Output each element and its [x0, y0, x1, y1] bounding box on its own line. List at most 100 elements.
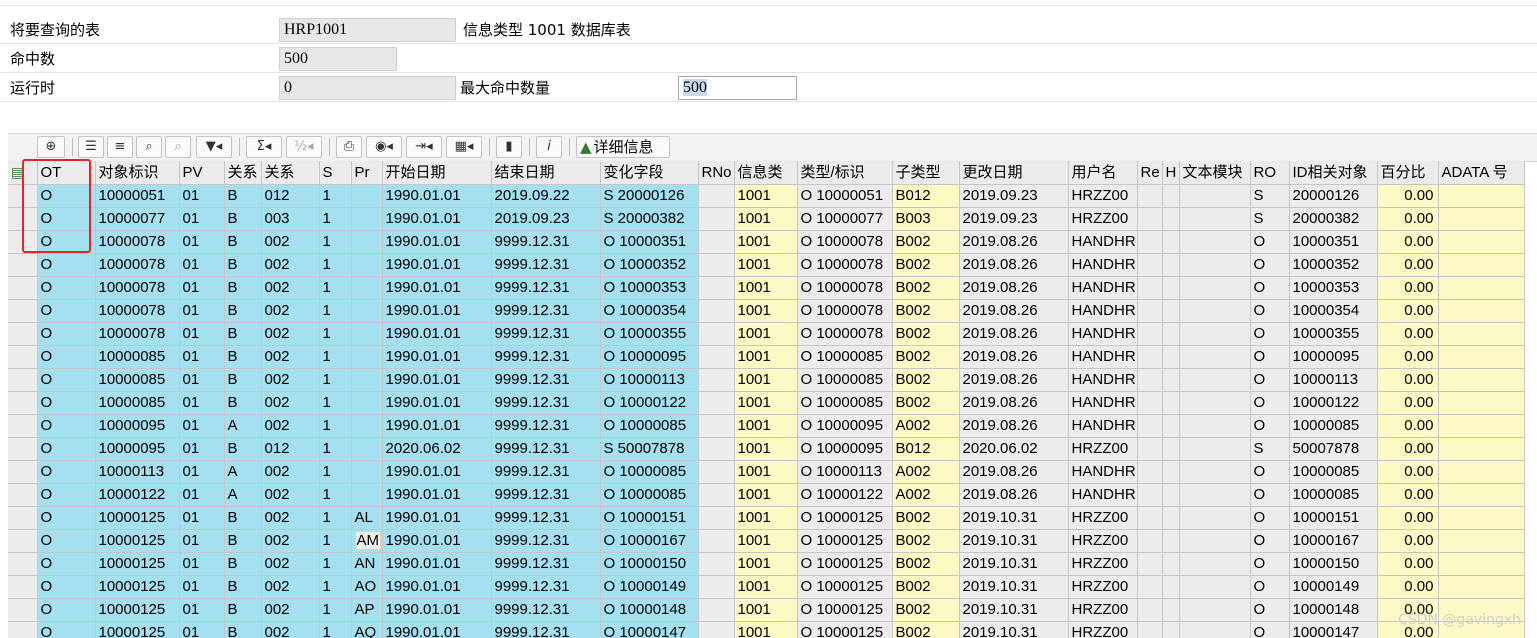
row-selector[interactable]: [8, 483, 38, 507]
table-cell[interactable]: 1001: [734, 552, 798, 576]
table-cell[interactable]: [1438, 322, 1525, 346]
table-row[interactable]: O 10000113 01 A 002 1 1990.01.01 9999.12.31 O 10…: [8, 460, 1525, 484]
table-cell[interactable]: O 10000078: [797, 322, 893, 346]
table-cell[interactable]: 002: [261, 575, 320, 599]
table-cell[interactable]: O 10000095: [797, 414, 893, 438]
table-cell[interactable]: 002: [261, 345, 320, 369]
table-cell[interactable]: B: [224, 552, 262, 576]
table-cell[interactable]: 10000122: [1289, 391, 1378, 415]
table-cell[interactable]: 01: [179, 322, 225, 346]
row-selector[interactable]: [8, 506, 38, 530]
table-cell[interactable]: [1162, 483, 1180, 507]
table-cell[interactable]: [1137, 529, 1163, 553]
table-cell[interactable]: 0.00: [1377, 345, 1439, 369]
table-cell[interactable]: HANDHR: [1068, 253, 1138, 277]
table-cell[interactable]: 10000095: [95, 437, 180, 461]
table-cell[interactable]: 0.00: [1377, 207, 1439, 231]
table-cell[interactable]: B012: [892, 184, 960, 208]
table-cell[interactable]: B: [224, 345, 262, 369]
table-cell[interactable]: 012: [261, 184, 320, 208]
table-cell[interactable]: 10000125: [95, 575, 180, 599]
table-cell[interactable]: [1179, 529, 1251, 553]
table-cell[interactable]: HRZZ00: [1068, 621, 1138, 638]
table-cell[interactable]: 003: [261, 207, 320, 231]
table-cell[interactable]: [351, 437, 383, 461]
row-selector[interactable]: [8, 598, 38, 622]
table-cell[interactable]: 9999.12.31: [491, 345, 601, 369]
table-cell[interactable]: 2019.08.26: [959, 345, 1069, 369]
table-cell[interactable]: 1990.01.01: [382, 184, 492, 208]
table-cell[interactable]: O: [37, 575, 96, 599]
table-cell[interactable]: HANDHR: [1068, 230, 1138, 254]
table-cell[interactable]: B002: [892, 391, 960, 415]
row-selector[interactable]: [8, 184, 38, 208]
table-cell[interactable]: O: [37, 276, 96, 300]
table-cell[interactable]: 01: [179, 276, 225, 300]
table-cell[interactable]: [1179, 253, 1251, 277]
table-cell[interactable]: O 10000351: [600, 230, 699, 254]
table-cell[interactable]: 10000353: [1289, 276, 1378, 300]
table-cell[interactable]: A002: [892, 460, 960, 484]
table-cell[interactable]: [1179, 207, 1251, 231]
table-cell[interactable]: 1990.01.01: [382, 529, 492, 553]
table-cell[interactable]: [1179, 368, 1251, 392]
table-cell[interactable]: [1137, 299, 1163, 323]
export-icon[interactable]: ⇥◂: [406, 136, 442, 158]
table-cell[interactable]: 10000078: [95, 230, 180, 254]
table-cell[interactable]: O: [37, 529, 96, 553]
table-cell[interactable]: O: [37, 598, 96, 622]
table-cell[interactable]: [351, 391, 383, 415]
table-cell[interactable]: 002: [261, 460, 320, 484]
table-cell[interactable]: [1179, 230, 1251, 254]
column-header[interactable]: 子类型: [892, 161, 960, 185]
table-cell[interactable]: [698, 414, 735, 438]
table-cell[interactable]: [1137, 414, 1163, 438]
table-cell[interactable]: 1: [319, 391, 352, 415]
table-cell[interactable]: O: [37, 506, 96, 530]
row-selector[interactable]: [8, 299, 38, 323]
table-cell[interactable]: 2019.08.26: [959, 230, 1069, 254]
table-cell[interactable]: [1179, 184, 1251, 208]
table-cell[interactable]: 2019.08.26: [959, 391, 1069, 415]
table-cell[interactable]: [351, 253, 383, 277]
table-cell[interactable]: 9999.12.31: [491, 299, 601, 323]
table-cell[interactable]: S 50007878: [600, 437, 699, 461]
table-cell[interactable]: 9999.12.31: [491, 322, 601, 346]
table-row[interactable]: O 10000125 01 B 002 1 AQ 1990.01.01 9999.12.31 O …: [8, 621, 1525, 638]
table-cell[interactable]: 2019.10.31: [959, 575, 1069, 599]
table-cell[interactable]: 2019.09.23: [491, 207, 601, 231]
table-cell[interactable]: O 10000122: [797, 483, 893, 507]
sum-icon[interactable]: Σ◂: [246, 136, 282, 158]
table-cell[interactable]: O: [1250, 345, 1290, 369]
table-cell[interactable]: 9999.12.31: [491, 368, 601, 392]
table-cell[interactable]: 9999.12.31: [491, 529, 601, 553]
table-cell[interactable]: 10000085: [1289, 483, 1378, 507]
table-cell[interactable]: A: [224, 460, 262, 484]
table-cell[interactable]: 1990.01.01: [382, 414, 492, 438]
column-header[interactable]: 百分比: [1377, 161, 1439, 185]
table-cell[interactable]: 10000085: [95, 368, 180, 392]
subtotal-icon[interactable]: ½◂: [286, 136, 322, 158]
table-cell[interactable]: [698, 598, 735, 622]
table-cell[interactable]: 1990.01.01: [382, 230, 492, 254]
table-cell[interactable]: 01: [179, 460, 225, 484]
table-cell[interactable]: [1162, 552, 1180, 576]
table-cell[interactable]: HRZZ00: [1068, 529, 1138, 553]
table-cell[interactable]: S: [1250, 207, 1290, 231]
table-cell[interactable]: B002: [892, 621, 960, 638]
table-cell[interactable]: 1001: [734, 322, 798, 346]
table-cell[interactable]: 01: [179, 391, 225, 415]
table-cell[interactable]: 0.00: [1377, 552, 1439, 576]
table-cell[interactable]: 10000125: [95, 598, 180, 622]
table-cell[interactable]: 01: [179, 230, 225, 254]
table-cell[interactable]: 2019.10.31: [959, 529, 1069, 553]
table-cell[interactable]: O 10000125: [797, 529, 893, 553]
column-header[interactable]: PV: [179, 161, 225, 185]
table-row[interactable]: O 10000095 01 A 002 1 1990.01.01 9999.12.31 O 10…: [8, 414, 1525, 438]
table-cell[interactable]: [1438, 207, 1525, 231]
row-selector[interactable]: [8, 575, 38, 599]
column-header[interactable]: 文本模块: [1179, 161, 1251, 185]
table-cell[interactable]: B: [224, 368, 262, 392]
table-cell[interactable]: O 10000167: [600, 529, 699, 553]
table-cell[interactable]: [351, 345, 383, 369]
